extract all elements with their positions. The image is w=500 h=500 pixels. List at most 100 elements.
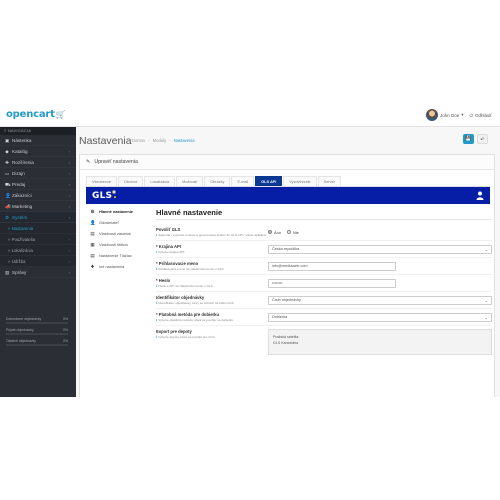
tab-images[interactable]: Obrázky [204,176,231,186]
user-menu[interactable]: John Doe ▾ [425,109,463,121]
tab-gls-api[interactable]: GLS API [255,176,283,186]
gls-menu-label: Odosielateľ [99,220,119,225]
gls-menu-printing[interactable]: ▤ Nastavenie Tlačiac [86,250,154,261]
chevron-down-icon: › [68,215,70,220]
gls-menu-parcel-properties[interactable]: ▤ Vlastnosti zásielok [86,228,154,239]
settings-form: Hlavné nastavenie Povoliť GLS ℹ Zapnutie … [156,206,492,358]
chevron-right-icon: › [68,248,70,253]
gls-menu-sender[interactable]: 👤 Odosielateľ [86,217,154,228]
field-label: * Prihlasovacie meno [156,261,199,266]
gls-side-menu: ⚙ Hlavné nastavenie 👤 Odosielateľ ▤ Vlas… [86,206,154,272]
order-identifier-select[interactable]: Číslo objednávky ⌄ [268,295,492,305]
breadcrumb-settings[interactable]: Nastavenia [174,138,195,143]
dashboard-icon: ▣ [5,137,10,143]
page-header: Nastavenia Domov › Moduly › Nastavenia 💾… [76,127,500,154]
sidebar-item-system[interactable]: ⚙ Systém › [0,212,76,223]
tab-general[interactable]: Všeobecné [86,176,117,186]
sidebar-item-sales[interactable]: ⛟ Predaj › [0,179,76,190]
save-button[interactable]: 💾 [463,134,474,144]
gls-menu-label-properties[interactable]: ▦ Vlastnosti štítkov [86,239,154,250]
field-label: Export pre depoty [156,329,192,334]
cod-payment-select[interactable]: Dobierka ⌄ [268,312,492,322]
sidebar-subitem-maintenance[interactable]: » Údržba › [0,256,76,267]
list-icon: ▤ [90,231,95,236]
select-value: Dobierka [272,314,288,319]
avatar [425,109,438,121]
info-icon: ℹ [156,318,158,322]
gls-menu-other[interactable]: ✚ Iné nastavenia [86,261,154,272]
depot-list[interactable]: Pražská satelita GLS Kancelária [268,329,492,355]
gls-menu-label: Hlavné nastavenie [99,209,133,214]
radio-yes[interactable]: Áno [268,230,281,235]
tab-pickup[interactable]: Vyzdvihnutie [283,176,317,186]
back-button[interactable]: ↶ [477,134,488,144]
field-help: Vyberte depoty, ktoré sa použijú pre GLS… [158,335,216,339]
select-value: Česká republika [272,246,300,251]
chevron-right-icon: › [68,259,70,264]
api-country-select[interactable]: Česká republika ⌄ [268,244,492,254]
sidebar-subitem-label: » Lokalizácia [8,248,33,253]
logout-link[interactable]: ⏻ Odhlásiť [469,113,492,118]
sidebar-subitem-label: » Nastavenia [8,226,34,231]
login-input[interactable]: info@mediaweb.com [268,261,396,271]
tab-email[interactable]: E-mail [231,176,255,186]
chevron-right-icon: › [68,182,70,187]
radio-no[interactable]: Nie [286,229,299,235]
sidebar-item-label: Zákazníci [12,192,32,198]
tab-server[interactable]: Server [317,176,341,186]
sidebar-item-label: Dizajn [12,170,25,176]
stat-label: Prijaté objednávky [6,328,34,332]
row-order-identifier: Identifikátor objednávky ℹ Identifikátor … [156,292,492,309]
sidebar: ≡ NAVIGÁCIA ▣ Nástenka ◆ Katalóg › ✚ Roz… [0,127,76,397]
sidebar-item-extensions[interactable]: ✚ Rozšírenia › [0,157,76,168]
gls-menu-label: Vlastnosti zásielok [99,231,132,236]
enable-radio-group: Áno Nie [268,230,299,235]
depot-option[interactable]: GLS Kancelária [273,340,487,346]
order-stats: Dokončené objednávky 0% Prijaté objednávk… [6,317,68,350]
breadcrumb-modules[interactable]: Moduly [153,138,167,143]
sidebar-item-reports[interactable]: ▥ Správy › [0,267,76,278]
breadcrumb-home[interactable]: Domov [132,138,145,143]
chevron-right-icon: › [68,270,70,275]
password-input[interactable]: •••••••• [268,278,396,288]
grid-icon: ▦ [90,242,95,247]
opencart-logo[interactable]: opencart🛒 [6,109,66,120]
tab-store[interactable]: Obchod [118,176,144,186]
stat-other: Ostatné objednávky 0% [6,339,68,346]
sidebar-item-customers[interactable]: 👤 Zákazníci › [0,190,76,201]
stat-label: Dokončené objednávky [6,317,42,321]
sidebar-subitem-settings[interactable]: » Nastavenia [0,223,76,234]
sidebar-item-label: Správy [12,269,27,275]
sidebar-subitem-label: » Používatelia [8,237,35,242]
user-icon[interactable] [476,191,484,200]
sidebar-item-catalog[interactable]: ◆ Katalóg › [0,146,76,157]
sidebar-item-label: Katalóg [12,148,28,154]
radio-label: Nie [292,229,299,235]
bar-chart-icon: ▥ [5,269,10,275]
user-name: John Doe [439,112,460,118]
print-icon: ▤ [90,253,95,258]
sidebar-item-design[interactable]: ▭ Dizajn › [0,168,76,179]
panel-heading: ✎ Upraviť nastavenia [80,155,494,170]
row-login: * Prihlasovacie meno ℹ Prihlasovacie meno… [156,258,492,275]
field-help: Vyberte krajinu API. [158,250,186,254]
gls-menu-label: Nastavenie Tlačiac [99,253,132,258]
field-label: Identifikátor objednávky [156,295,205,300]
sidebar-subitem-users[interactable]: » Používatelia › [0,234,76,245]
tab-options[interactable]: Možnosti [176,176,204,186]
sidebar-item-label: Systém [12,214,28,220]
gls-menu-main-settings[interactable]: ⚙ Hlavné nastavenie [86,206,154,217]
sidebar-subitem-localisation[interactable]: » Lokalizácia › [0,245,76,256]
puzzle-icon: ✚ [5,159,9,165]
tab-localisation[interactable]: Lokalizácia [144,176,176,186]
settings-panel: ✎ Upraviť nastavenia Všeobecné Obchod Lo… [79,154,495,397]
cog-icon: ⚙ [5,214,10,220]
stat-processing: Prijaté objednávky 0% [6,328,68,335]
main-content: Nastavenia Domov › Moduly › Nastavenia 💾… [76,127,500,397]
info-icon: ℹ [156,284,158,288]
sidebar-item-label: Marketing [12,203,33,209]
sidebar-item-marketing[interactable]: 📣 Marketing › [0,201,76,212]
info-icon: ℹ [156,267,158,271]
save-icon: 💾 [465,136,472,142]
sidebar-item-dashboard[interactable]: ▣ Nástenka [0,135,76,146]
